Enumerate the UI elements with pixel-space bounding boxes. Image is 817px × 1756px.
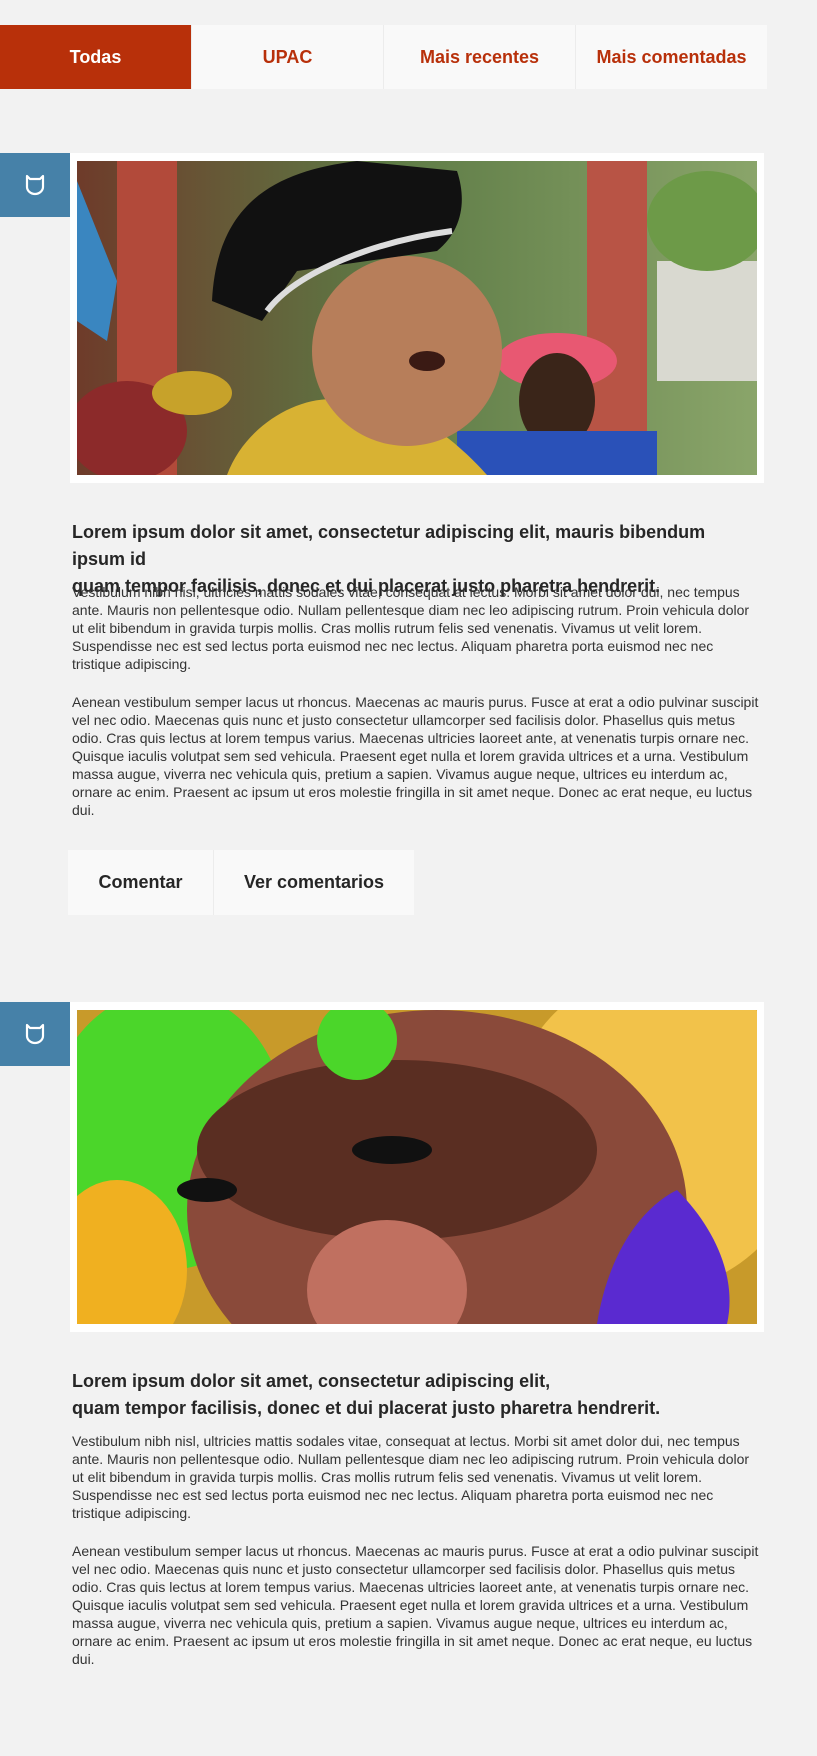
shield-icon	[25, 174, 45, 196]
post-paragraph-1: Vestibulum nibh nisl, ultricies mattis s…	[72, 584, 750, 672]
tab-mais-comentadas[interactable]: Mais comentadas	[576, 25, 767, 89]
post-actions: Comentar Ver comentarios	[68, 850, 414, 915]
post-image-frame	[70, 1002, 764, 1332]
post-paragraph-1: Vestibulum nibh nisl, ultricies mattis s…	[72, 1433, 750, 1521]
post-2: Lorem ipsum dolor sit amet, consectetur …	[0, 1002, 767, 1692]
post-1: Lorem ipsum dolor sit amet, consectetur …	[0, 153, 767, 915]
post-title[interactable]: Lorem ipsum dolor sit amet, consectetur …	[72, 1368, 752, 1422]
tab-mais-recentes[interactable]: Mais recentes	[384, 25, 576, 89]
post-category-badge[interactable]	[0, 153, 70, 217]
post-image[interactable]	[77, 161, 757, 475]
post-paragraph-2: Aenean vestibulum semper lacus ut rhoncu…	[72, 1543, 759, 1667]
view-comments-button[interactable]: Ver comentarios	[214, 850, 414, 915]
tab-todas[interactable]: Todas	[0, 25, 192, 89]
shield-icon	[25, 1023, 45, 1045]
post-paragraph-2: Aenean vestibulum semper lacus ut rhoncu…	[72, 694, 759, 818]
post-image[interactable]	[77, 1010, 757, 1324]
post-category-badge[interactable]	[0, 1002, 70, 1066]
comment-button[interactable]: Comentar	[68, 850, 214, 915]
filter-tabs: Todas UPAC Mais recentes Mais comentadas	[0, 25, 767, 89]
post-image-frame	[70, 153, 764, 483]
tab-upac[interactable]: UPAC	[192, 25, 384, 89]
